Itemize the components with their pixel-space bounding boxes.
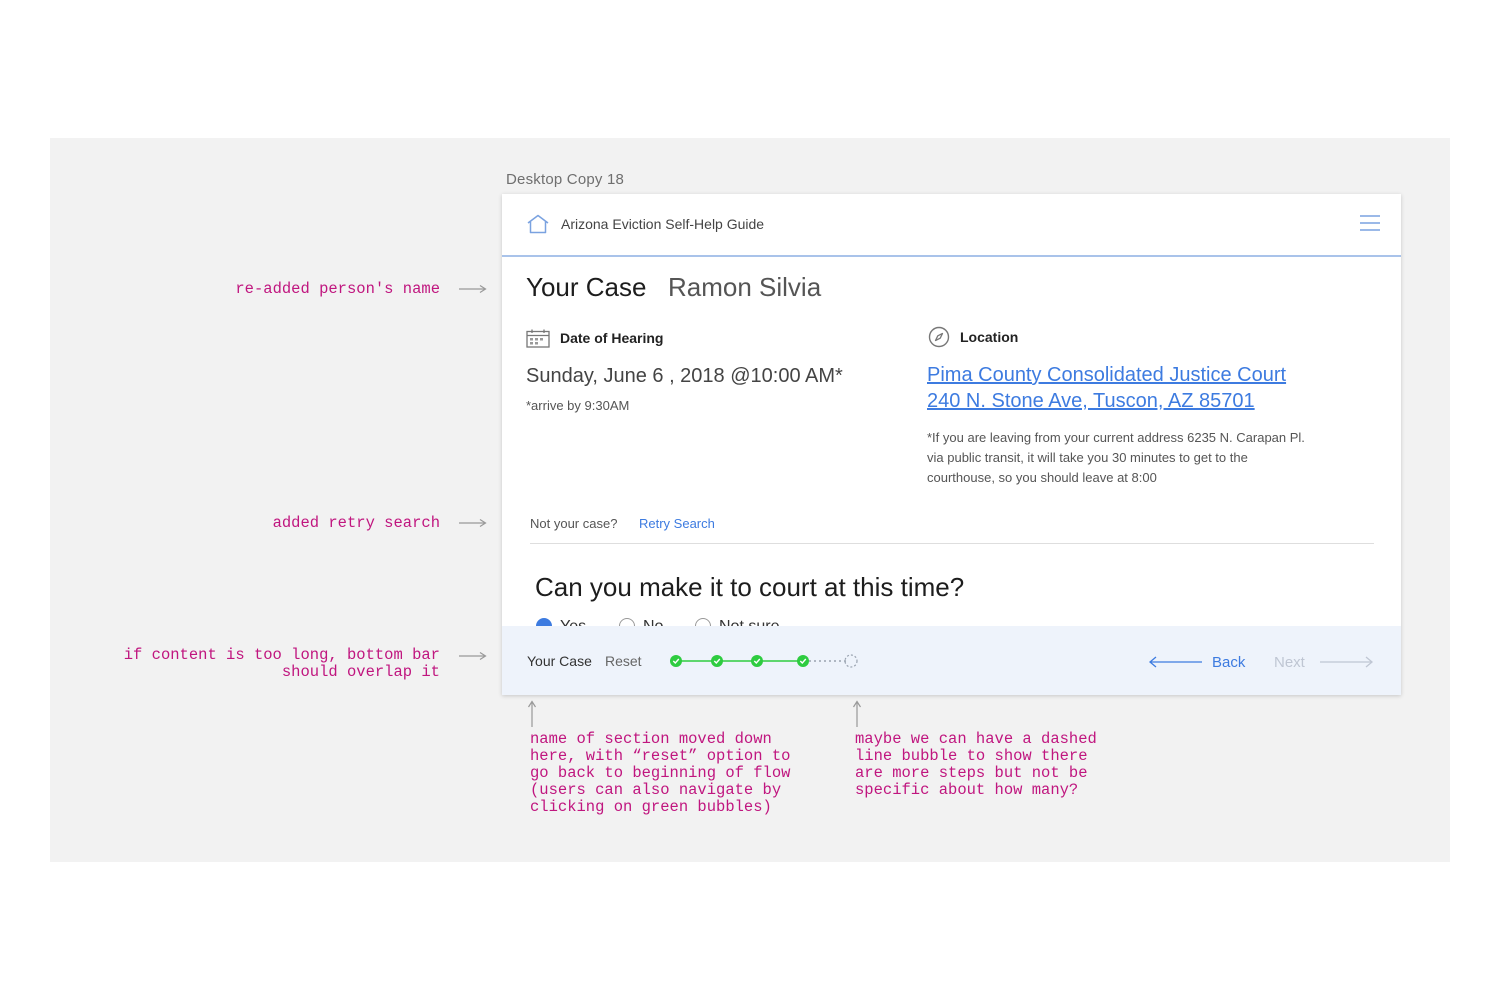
step-bubble-complete[interactable] [797, 655, 809, 667]
step-bubble-complete[interactable] [751, 655, 763, 667]
arrow-up-icon [852, 700, 862, 727]
hearing-date-label: Date of Hearing [560, 330, 664, 346]
artboard-label: Desktop Copy 18 [506, 171, 625, 188]
annotation-bottom-bar-overlap: if content is too long, bottom bar shoul… [123, 646, 440, 681]
arrow-right-icon [1320, 656, 1374, 668]
next-label: Next [1274, 654, 1305, 671]
step-bubble-more-dashed [844, 654, 858, 668]
arrive-note: *arrive by 9:30AM [526, 398, 630, 413]
calendar-icon [526, 329, 550, 348]
arrow-left-icon [1148, 656, 1202, 668]
bottom-navigation-bar: Your Case Reset Back Next [502, 626, 1401, 695]
section-name: Your Case [527, 653, 592, 669]
top-navigation-bar: Arizona Eviction Self-Help Guide [502, 194, 1401, 257]
not-your-case-text: Not your case? [530, 516, 618, 531]
arrow-up-icon [527, 700, 537, 727]
annotation-retry-search: added retry search [272, 514, 440, 532]
court-name-link[interactable]: Pima County Consolidated Justice Court [927, 364, 1286, 387]
court-address-link[interactable]: 240 N. Stone Ave, Tuscon, AZ 85701 [927, 390, 1255, 413]
annotation-section-name: name of section moved down here, with “r… [530, 730, 791, 816]
arrow-right-icon [459, 518, 487, 528]
question-title: Can you make it to court at this time? [535, 572, 965, 602]
reset-button[interactable]: Reset [605, 653, 642, 669]
compass-icon [928, 326, 950, 348]
retry-search-link[interactable]: Retry Search [639, 516, 715, 531]
home-icon[interactable] [526, 214, 550, 234]
back-label: Back [1212, 654, 1246, 671]
divider [530, 543, 1374, 544]
app-title: Arizona Eviction Self-Help Guide [561, 216, 765, 232]
progress-steps [670, 654, 858, 668]
person-name: Ramon Silvia [668, 272, 822, 302]
annotation-dashed-bubble: maybe we can have a dashed line bubble t… [855, 730, 1097, 799]
hearing-date: Sunday, June 6 , 2018 @10:00 AM* [526, 365, 843, 387]
step-bubble-complete[interactable] [711, 655, 723, 667]
arrow-right-icon [459, 651, 487, 661]
next-button[interactable]: Next [1272, 650, 1382, 674]
hamburger-menu-icon[interactable] [1359, 214, 1381, 232]
desktop-frame: Arizona Eviction Self-Help Guide Your Ca… [502, 194, 1401, 695]
step-bubble-complete[interactable] [670, 655, 682, 667]
transit-note: *If you are leaving from your current ad… [927, 430, 1305, 485]
location-label: Location [960, 329, 1019, 345]
annotation-person-name: re-added person's name [235, 280, 440, 298]
back-button[interactable]: Back [1148, 650, 1258, 674]
arrow-right-icon [459, 284, 487, 294]
case-title: Your Case [526, 272, 647, 302]
